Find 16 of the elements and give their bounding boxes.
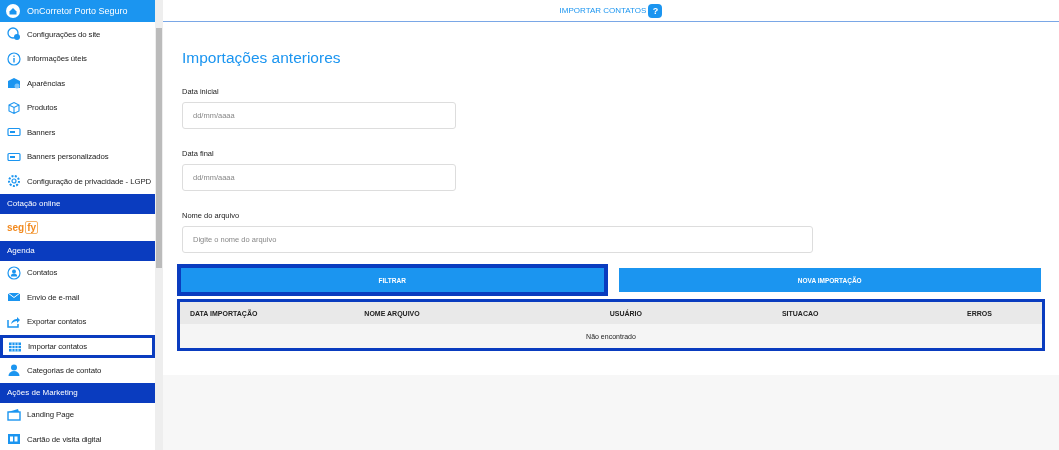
section-header: Cotação online (0, 193, 155, 214)
box-icon (7, 100, 21, 115)
home-icon (6, 4, 20, 18)
person-icon (7, 363, 21, 378)
info-icon (7, 51, 21, 66)
page-title: IMPORTAR CONTATOS (559, 6, 647, 15)
landing-page-icon (7, 407, 21, 422)
section-header: Agenda (0, 240, 155, 261)
contact-icon (7, 265, 21, 280)
section-header: Ações de Marketing (0, 382, 155, 403)
gear-icon (7, 174, 21, 189)
share-icon (7, 314, 21, 329)
site-name: OnCorretor Porto Seguro (27, 6, 128, 16)
card-icon (7, 432, 21, 447)
section-heading: Importações anteriores (182, 49, 342, 67)
globe-gear-icon (7, 27, 21, 42)
